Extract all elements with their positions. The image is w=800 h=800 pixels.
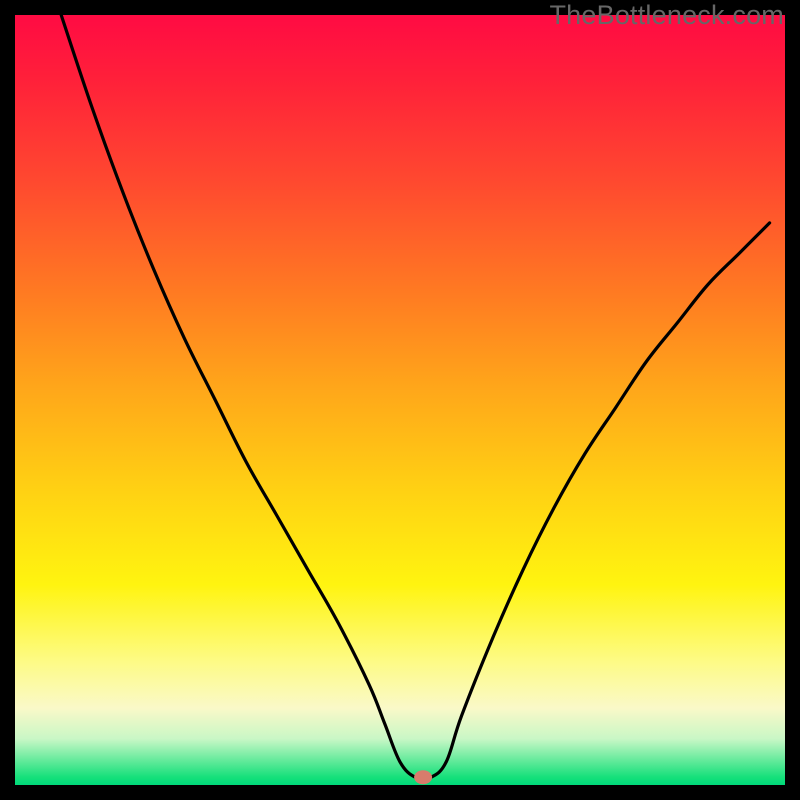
curve-path [61, 15, 769, 779]
chart-frame: TheBottleneck.com [0, 0, 800, 800]
minimum-marker [414, 770, 432, 784]
bottleneck-curve [15, 15, 785, 785]
plot-area [15, 15, 785, 785]
watermark-text: TheBottleneck.com [549, 0, 784, 31]
